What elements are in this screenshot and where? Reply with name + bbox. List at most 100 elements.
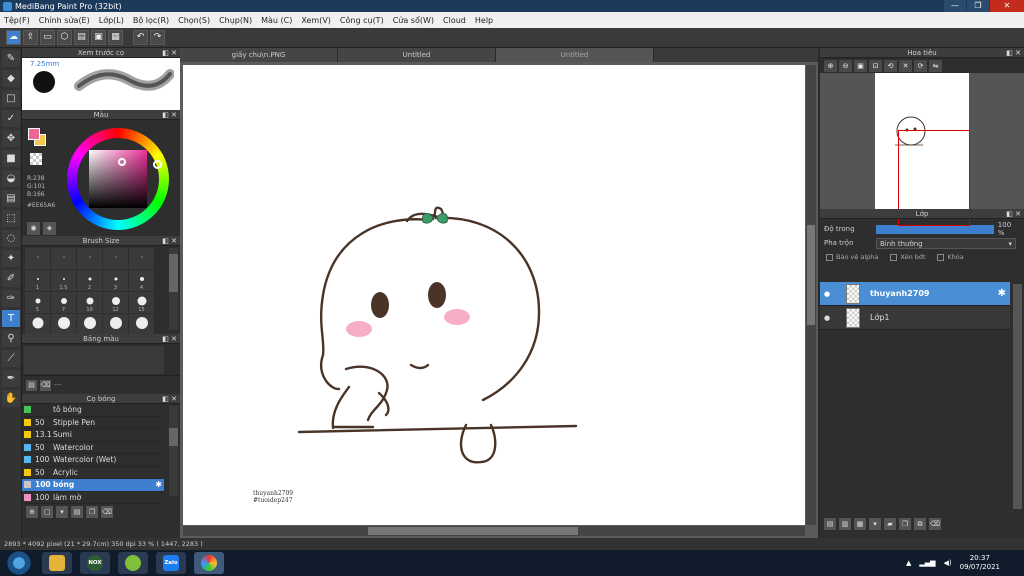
pen-tool-icon[interactable]: ✓ xyxy=(2,110,20,127)
canvas-vertical-scrollbar[interactable] xyxy=(806,65,816,525)
dot-tool-icon[interactable]: □ xyxy=(2,90,20,107)
protect-alpha-checkbox[interactable] xyxy=(826,253,833,261)
add-palette-icon[interactable]: ▤ xyxy=(26,379,37,391)
menu-edit[interactable]: Chỉnh sửa(E) xyxy=(39,16,90,25)
select-eraser-tool-icon[interactable]: ✑ xyxy=(2,290,20,307)
text-tool-icon[interactable]: T xyxy=(2,310,20,327)
duplicate-brush-icon[interactable]: ❐ xyxy=(86,506,98,518)
select-tool-icon[interactable]: ⬚ xyxy=(2,210,20,227)
gear-icon[interactable]: ✱ xyxy=(155,480,162,489)
layer-row[interactable]: ● thuyanh2709 ✱ xyxy=(820,282,1010,306)
panel-close-icon[interactable]: ◧ ✕ xyxy=(162,110,177,120)
delete-brush-icon[interactable]: ⌫ xyxy=(101,506,113,518)
new-halftone-layer-icon[interactable]: ▦ xyxy=(854,518,866,530)
drawing-canvas[interactable]: thuyanh2709 #tuoidep247 xyxy=(183,65,805,525)
zoom-out-icon[interactable]: ⊖ xyxy=(839,59,852,72)
brush-size-option[interactable] xyxy=(103,248,128,269)
operation-tool-icon[interactable]: ⚲ xyxy=(2,330,20,347)
taskbar-app3[interactable] xyxy=(118,552,148,574)
tab-document-3[interactable]: Untitled xyxy=(496,48,654,62)
brush-size-option[interactable] xyxy=(129,248,154,269)
brush-size-option[interactable]: 7 xyxy=(51,292,76,313)
lasso-tool-icon[interactable]: ◌ xyxy=(2,230,20,247)
sv-picker-knob[interactable] xyxy=(118,158,126,166)
share-icon[interactable]: ⬡ xyxy=(57,30,72,45)
menu-layer[interactable]: Lớp(L) xyxy=(99,16,124,25)
new-color-layer-icon[interactable]: ▥ xyxy=(839,518,851,530)
close-button[interactable]: ✕ xyxy=(990,0,1024,12)
brush-size-option[interactable] xyxy=(51,314,76,335)
gradient-tool-icon[interactable]: ▤ xyxy=(2,190,20,207)
new-folder-icon[interactable]: ▰ xyxy=(884,518,896,530)
panel-close-icon[interactable]: ◧ ✕ xyxy=(162,48,177,58)
menu-window[interactable]: Cửa sổ(W) xyxy=(393,16,434,25)
blend-mode-select[interactable]: Bình thường ▾ xyxy=(876,237,1016,249)
brush-list-item[interactable]: 100 làm mờ xyxy=(22,492,164,504)
reset-rotate-icon[interactable]: ✕ xyxy=(899,59,912,72)
brush-list-item[interactable]: 100 Watercolor (Wet) xyxy=(22,454,164,467)
transparent-color-swatch[interactable] xyxy=(30,153,42,165)
brush-size-option[interactable] xyxy=(129,314,154,335)
upload-icon[interactable]: ⇪ xyxy=(23,30,38,45)
brush-list-item[interactable]: tô bóng xyxy=(22,404,164,417)
menu-help[interactable]: Help xyxy=(475,16,493,25)
minimize-button[interactable]: — xyxy=(944,0,966,12)
brush-settings-icon[interactable]: ▢ xyxy=(41,506,53,518)
panel-tool-icon[interactable]: ⟋ xyxy=(2,350,20,367)
color-history-icon[interactable]: ◈ xyxy=(43,222,56,235)
rotate-left-icon[interactable]: ⟲ xyxy=(884,59,897,72)
brush-size-option[interactable]: 12 xyxy=(103,292,128,313)
brush-tool-icon[interactable]: ✎ xyxy=(2,50,20,67)
brush-size-option[interactable]: 4 xyxy=(129,270,154,291)
brush-list-item[interactable]: 13.1 Sumi xyxy=(22,429,164,442)
menu-view[interactable]: Xem(V) xyxy=(301,16,331,25)
brush-size-option[interactable]: 2 xyxy=(77,270,102,291)
network-icon[interactable]: ▂▄▆ xyxy=(919,559,935,567)
menu-filter[interactable]: Bộ lọc(R) xyxy=(133,16,169,25)
add-brush-icon[interactable]: ⊕ xyxy=(26,506,38,518)
new-file-icon[interactable]: ▤ xyxy=(74,30,89,45)
save-icon[interactable]: ▣ xyxy=(91,30,106,45)
new-layer-icon[interactable]: ▤ xyxy=(824,518,836,530)
redo-icon[interactable]: ↷ xyxy=(150,30,165,45)
taskbar-zalo[interactable]: Zalo xyxy=(156,552,186,574)
menu-snap[interactable]: Chụp(N) xyxy=(219,16,252,25)
lock-checkbox[interactable] xyxy=(937,253,945,261)
bucket-tool-icon[interactable]: ◒ xyxy=(2,170,20,187)
panel-close-icon[interactable]: ◧ ✕ xyxy=(162,334,177,344)
brush-list-item[interactable]: 100 bóng ✱ xyxy=(22,479,164,492)
layer-scrollbar[interactable] xyxy=(1013,284,1022,509)
gear-icon[interactable]: ✱ xyxy=(998,288,1006,299)
delete-palette-icon[interactable]: ⌫ xyxy=(40,379,51,391)
brush-list-scrollbar[interactable] xyxy=(169,406,178,496)
fill-rect-tool-icon[interactable]: ■ xyxy=(2,150,20,167)
taskbar-explorer[interactable] xyxy=(42,552,72,574)
menu-color[interactable]: Màu (C) xyxy=(261,16,292,25)
export-icon[interactable]: ▦ xyxy=(108,30,123,45)
copy-brush-icon[interactable]: ▤ xyxy=(71,506,83,518)
maximize-button[interactable]: ❐ xyxy=(967,0,989,12)
duplicate-layer-icon[interactable]: ❐ xyxy=(899,518,911,530)
magic-wand-tool-icon[interactable]: ✦ xyxy=(2,250,20,267)
hand-tool-icon[interactable]: ✋ xyxy=(2,390,20,407)
panel-close-icon[interactable]: ◧ ✕ xyxy=(1006,48,1021,58)
palette-swatches[interactable] xyxy=(24,346,164,374)
clipping-checkbox[interactable] xyxy=(890,253,898,261)
taskbar-nox[interactable]: NOX xyxy=(80,552,110,574)
move-tool-icon[interactable]: ✥ xyxy=(2,130,20,147)
panel-close-icon[interactable]: ◧ ✕ xyxy=(1006,209,1021,219)
tab-document-1[interactable]: giấy chu\n.PNG xyxy=(180,48,338,62)
brush-menu-icon[interactable]: ▾ xyxy=(56,506,68,518)
taskbar-medibang[interactable] xyxy=(194,552,224,574)
tab-document-2[interactable]: Untitled xyxy=(338,48,496,62)
palette-name[interactable]: --- xyxy=(54,381,62,389)
hue-picker-knob[interactable] xyxy=(153,160,162,169)
chevron-up-icon[interactable]: ▲ xyxy=(906,559,911,567)
brush-list-item[interactable]: 50 Watercolor xyxy=(22,442,164,454)
brush-size-option[interactable] xyxy=(77,248,102,269)
canvas-horizontal-scrollbar[interactable] xyxy=(183,526,805,536)
brush-size-option[interactable] xyxy=(77,314,102,335)
brush-list-item[interactable]: 50 Acrylic xyxy=(22,467,164,479)
zoom-in-icon[interactable]: ⊕ xyxy=(824,59,837,72)
layer-menu-icon[interactable]: ▾ xyxy=(869,518,881,530)
